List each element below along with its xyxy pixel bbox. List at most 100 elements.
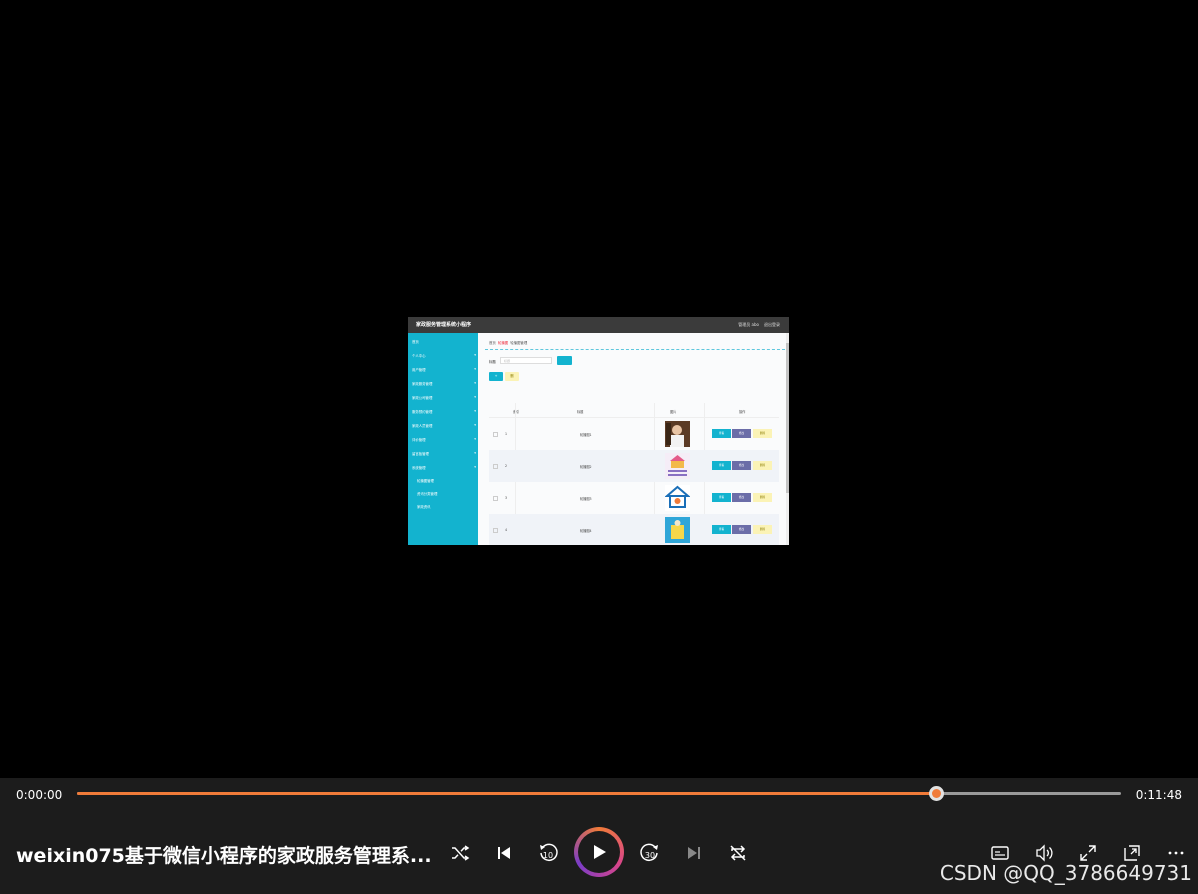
chevron-down-icon: ▾ — [474, 395, 476, 399]
admin-user-label: 管理员 abo — [738, 322, 759, 327]
row-title: 轮播图4 — [580, 529, 592, 533]
row-checkbox — [493, 464, 498, 469]
sidebar-subitem-news: 家政资讯 — [417, 505, 431, 509]
row-index: 4 — [505, 528, 508, 532]
fullscreen-icon — [1080, 845, 1096, 861]
repeat-button[interactable] — [726, 841, 750, 865]
sidebar-subitem-carousel: 轮播图管理 — [417, 479, 434, 483]
sidebar-item-companies: 家政公司管理 — [412, 396, 433, 400]
volume-icon — [1036, 844, 1053, 862]
app-title: 家政服务管理系统小程序 — [416, 322, 472, 328]
row-checkbox — [493, 432, 498, 437]
rewind-10-icon: 10 — [540, 843, 558, 862]
row-delete-button: 删除 — [753, 525, 772, 534]
row-view-button: 查看 — [712, 429, 731, 438]
search-button — [557, 356, 572, 365]
breadcrumb: 首页 轮播图 轮播图管理 — [489, 340, 527, 345]
row-view-button: 查看 — [712, 461, 731, 470]
chevron-down-icon: ▾ — [474, 451, 476, 455]
video-frame[interactable]: 家政服务管理系统小程序 管理员 abo 退出登录 首页 个人中心 ▾ 用户管理 … — [408, 317, 789, 545]
total-time: 0:11:48 — [1135, 788, 1182, 802]
app-topbar: 家政服务管理系统小程序 管理员 abo 退出登录 — [408, 317, 789, 333]
previous-button[interactable] — [492, 841, 516, 865]
next-button[interactable] — [682, 841, 706, 865]
video-title: weixin075基于微信小程序的家政服务管理系... — [16, 845, 432, 867]
row-delete-button: 删除 — [753, 493, 772, 502]
table-row: 2 轮播图2 查看 修改 删除 — [489, 450, 779, 482]
chevron-down-icon: ▾ — [474, 381, 476, 385]
chevron-down-icon: ▾ — [474, 465, 476, 469]
chevron-down-icon: ▾ — [474, 367, 476, 371]
skip-next-icon — [688, 847, 700, 859]
column-header-image: 图片 — [670, 410, 677, 414]
chevron-down-icon: ▾ — [474, 423, 476, 427]
add-button: + — [489, 372, 503, 381]
row-thumbnail — [665, 517, 690, 543]
row-delete-button: 删除 — [753, 429, 772, 438]
row-checkbox — [493, 528, 498, 533]
row-edit-button: 修改 — [732, 493, 751, 502]
play-button-face — [578, 831, 620, 873]
captions-icon — [991, 846, 1009, 860]
table-row: 1 轮播图1 查看 修改 删除 — [489, 418, 779, 450]
row-index: 3 — [505, 496, 508, 500]
delete-button: 删 — [505, 372, 519, 381]
watermark: CSDN @QQ_3786649731 — [939, 861, 1192, 885]
sidebar-item-profile: 个人中心 — [412, 354, 426, 358]
svg-text:30: 30 — [645, 851, 655, 860]
skip-previous-icon — [498, 847, 510, 859]
row-thumbnail — [665, 485, 690, 511]
chevron-down-icon: ▾ — [474, 353, 476, 357]
row-view-button: 查看 — [712, 525, 731, 534]
row-edit-button: 修改 — [732, 461, 751, 470]
row-index: 2 — [505, 464, 508, 468]
chevron-down-icon: ▾ — [474, 409, 476, 413]
row-index: 1 — [505, 432, 508, 436]
sidebar-item-messages: 留言板管理 — [412, 452, 429, 456]
sidebar-subitem-news-category: 资讯分类管理 — [417, 492, 438, 496]
search-input: 标题 — [500, 357, 552, 364]
breadcrumb-last: 轮播图管理 — [510, 341, 528, 345]
row-edit-button: 修改 — [732, 525, 751, 534]
frame-scrollbar — [786, 333, 789, 545]
row-thumbnail — [665, 453, 690, 479]
forward-30-icon: 30 — [640, 843, 658, 862]
row-delete-button: 删除 — [753, 461, 772, 470]
sidebar-item-reviews: 评价管理 — [412, 438, 426, 442]
row-edit-button: 修改 — [732, 429, 751, 438]
seek-bar[interactable] — [77, 786, 1121, 801]
chevron-down-icon: ▾ — [474, 437, 476, 441]
table-row: 3 轮播图3 查看 修改 删除 — [489, 482, 779, 514]
sidebar-item-staff: 家政人员管理 — [412, 424, 433, 428]
column-header-actions: 操作 — [739, 410, 746, 414]
play-button[interactable] — [574, 827, 624, 877]
table-row: 4 轮播图4 查看 修改 删除 — [489, 514, 779, 545]
sidebar-item-services: 家政服务管理 — [412, 382, 433, 386]
shuffle-button[interactable] — [448, 841, 472, 865]
rewind-10-button[interactable]: 10 — [536, 841, 560, 865]
svg-text:10: 10 — [543, 851, 553, 860]
search-label: 标题 — [489, 360, 496, 364]
row-checkbox — [493, 496, 498, 501]
seek-bar-thumb[interactable] — [928, 786, 944, 801]
play-icon — [594, 845, 606, 859]
shuffle-icon — [452, 845, 470, 861]
column-header-index: 索引 — [513, 410, 520, 414]
app-main: 首页 轮播图 轮播图管理 标题 标题 + 删 索引 标题 图片 操作 1 轮播图… — [478, 333, 789, 545]
divider — [485, 349, 785, 350]
current-time: 0:00:00 — [16, 788, 63, 802]
row-title: 轮播图2 — [580, 465, 592, 469]
sidebar-item-system: 系统管理 — [412, 466, 426, 470]
row-title: 轮播图1 — [580, 433, 592, 437]
mini-player-icon — [1124, 845, 1140, 861]
row-thumbnail — [665, 421, 690, 447]
forward-30-button[interactable]: 30 — [638, 841, 662, 865]
sidebar-item-users: 用户管理 — [412, 368, 426, 372]
row-title: 轮播图3 — [580, 497, 592, 501]
logout-link: 退出登录 — [764, 322, 780, 327]
player-controls: 0:00:00 0:11:48 weixin075基于微信小程序的家政服务管理系… — [0, 778, 1198, 894]
frame-scrollbar-thumb — [786, 343, 789, 493]
sidebar-item-home: 首页 — [412, 340, 419, 344]
breadcrumb-current: 轮播图 — [497, 341, 509, 345]
column-header-title: 标题 — [577, 410, 584, 414]
